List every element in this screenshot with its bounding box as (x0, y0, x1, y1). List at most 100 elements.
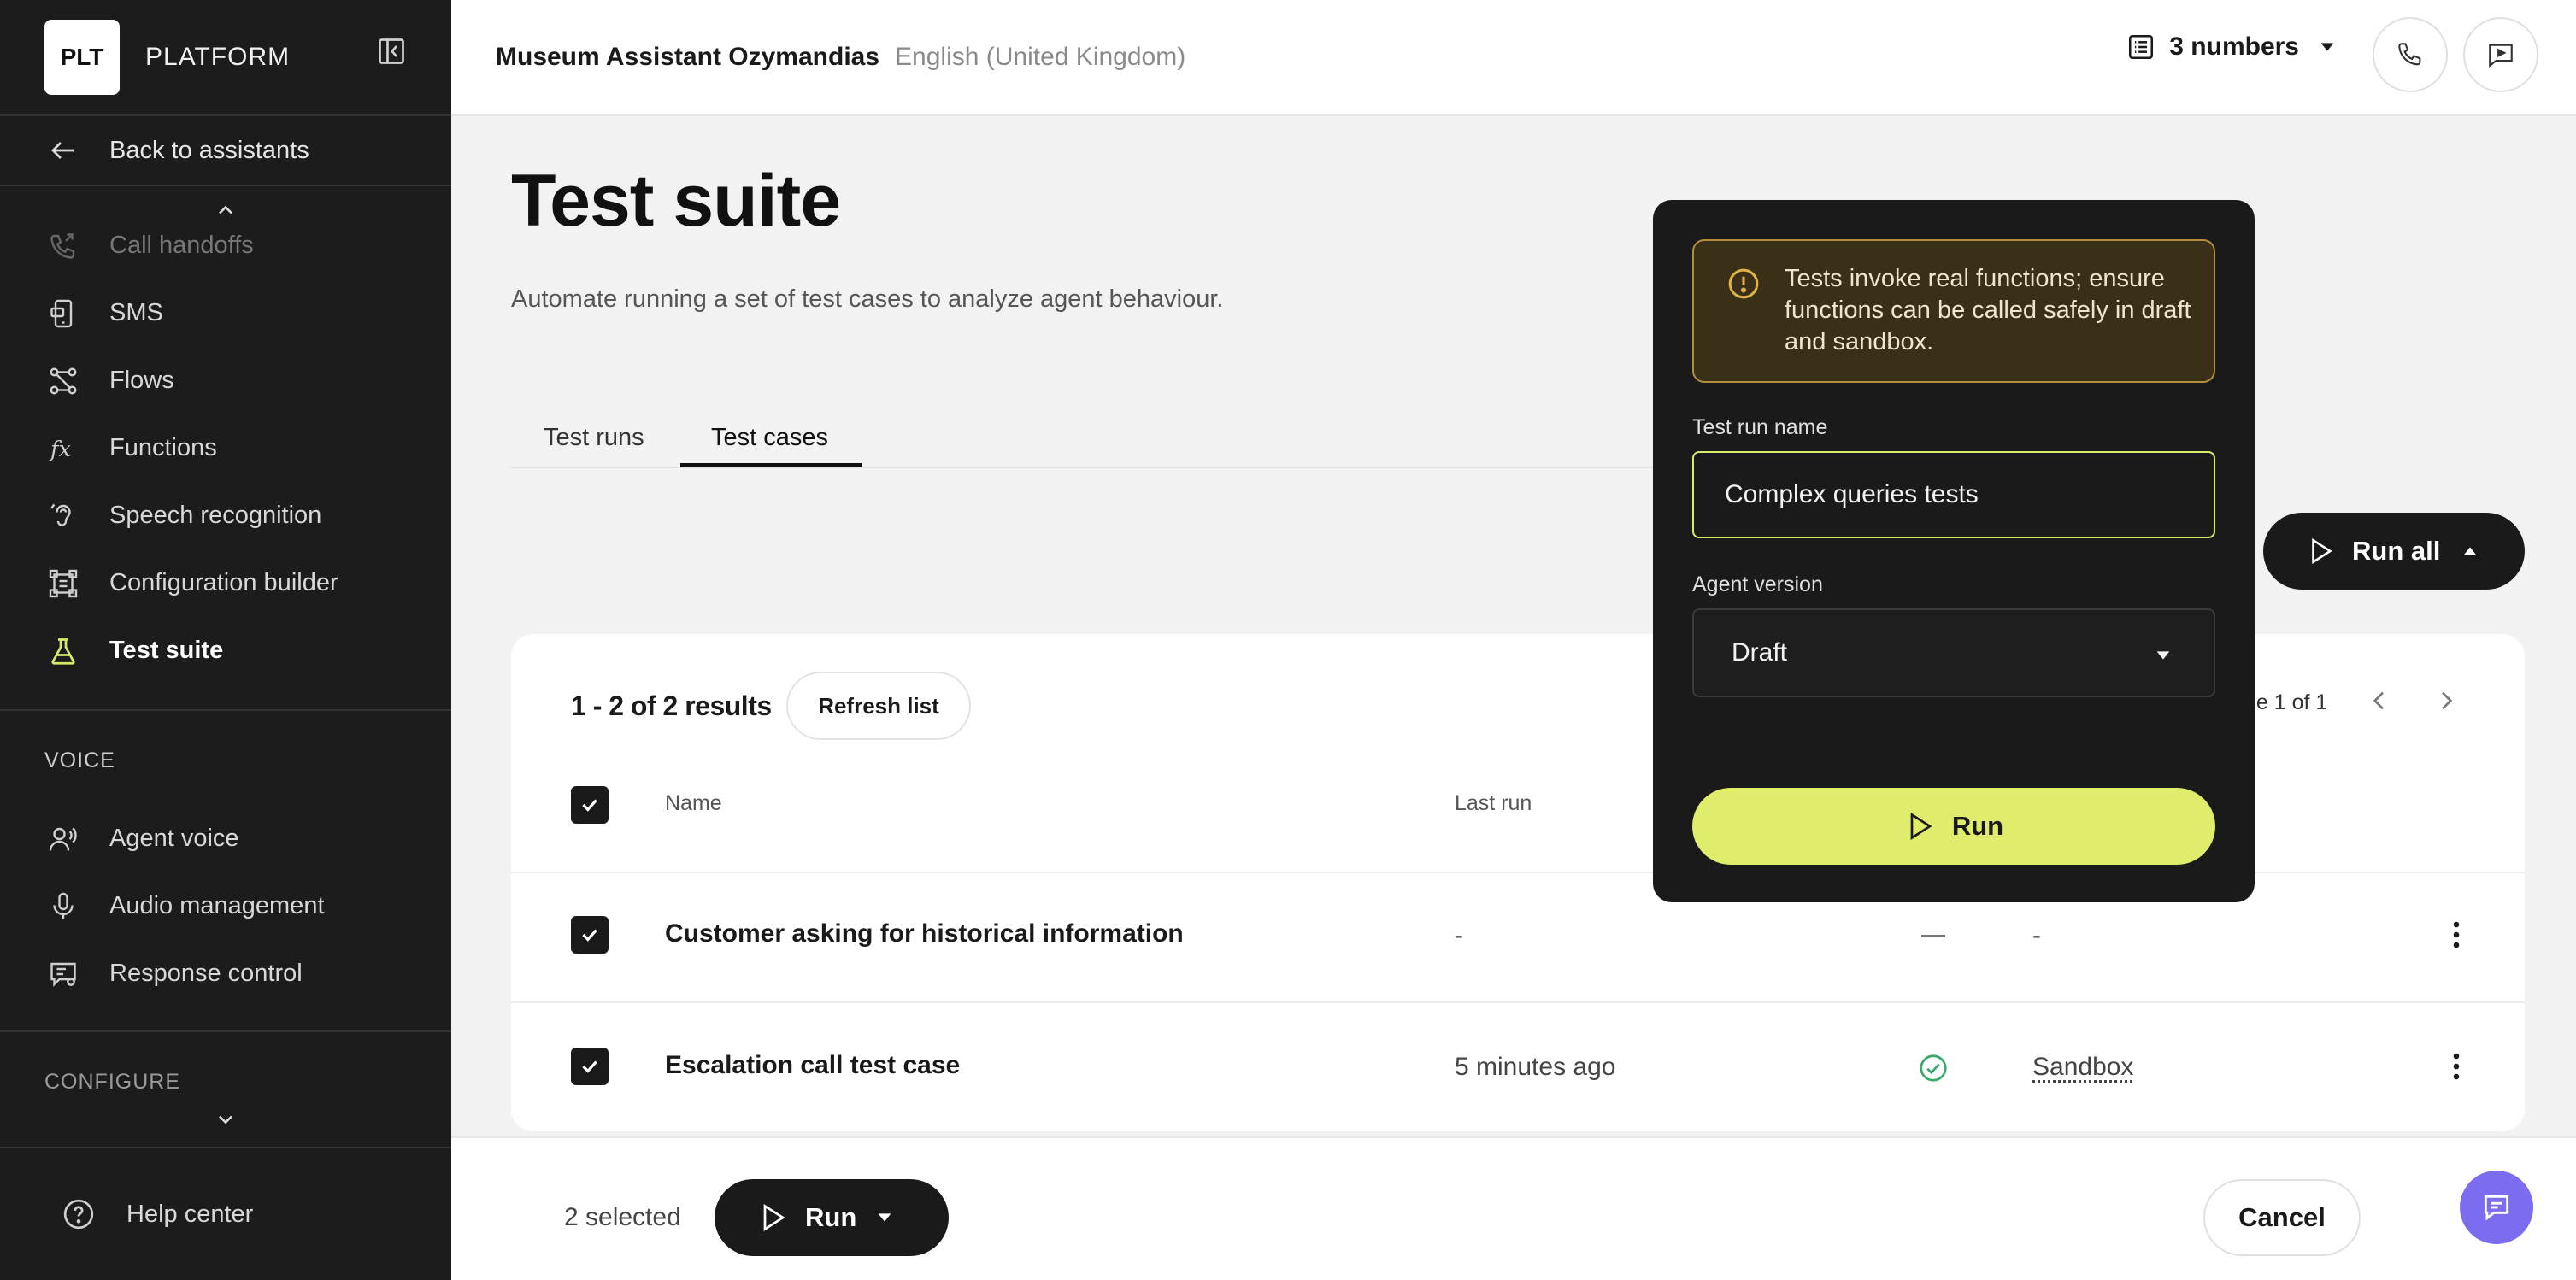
run-all-button[interactable]: Run all (2263, 513, 2525, 590)
prev-page-icon[interactable] (2366, 687, 2393, 714)
sidebar-item-configuration-builder[interactable]: Configuration builder (0, 549, 451, 617)
play-icon (2306, 537, 2335, 566)
logo: PLT (44, 20, 120, 95)
tab-test-cases[interactable]: Test cases (711, 424, 828, 452)
row-checkbox[interactable] (571, 1048, 609, 1085)
assistant-language: English (United Kingdom) (895, 43, 1186, 71)
column-header-last-run[interactable]: Last run (1455, 791, 1532, 816)
agent-voice-icon (48, 824, 79, 854)
tabs: Test runs Test cases (511, 410, 1708, 468)
cancel-button[interactable]: Cancel (2203, 1179, 2361, 1256)
phone-forward-icon (48, 231, 79, 261)
column-header-name[interactable]: Name (665, 791, 722, 816)
numbers-dropdown[interactable]: 3 numbers (2126, 32, 2337, 62)
caret-down-icon (2318, 38, 2337, 56)
caret-down-icon (875, 1208, 894, 1227)
sidebar-item-label: SMS (109, 299, 163, 326)
sms-icon (48, 298, 79, 329)
sidebar-item-flows[interactable]: Flows (0, 347, 451, 414)
selection-action-bar: 2 selected Run Cancel (451, 1136, 2576, 1280)
support-chat-button[interactable] (2460, 1171, 2533, 1244)
sidebar-item-label: Agent voice (109, 825, 239, 852)
sidebar-item-response-control[interactable]: Response control (0, 940, 451, 1007)
caret-up-icon (2461, 542, 2479, 561)
page-title: Test suite (511, 160, 841, 242)
sidebar-item-label: Configuration builder (109, 569, 338, 596)
selected-count: 2 selected (564, 1203, 681, 1231)
list-icon (2126, 32, 2155, 62)
sidebar-item-speech-recognition[interactable]: Speech recognition (0, 482, 451, 549)
help-center-link[interactable]: Help center (0, 1147, 451, 1280)
agent-version-label: Agent version (1692, 572, 1823, 596)
sidebar-item-audio-management[interactable]: Audio management (0, 872, 451, 940)
section-configure: CONFIGURE (44, 1069, 180, 1094)
arrow-left-icon (48, 135, 79, 166)
back-label: Back to assistants (109, 136, 309, 164)
sidebar-header: PLT PLATFORM (0, 0, 451, 116)
status-passed-icon (1918, 1053, 1949, 1083)
microphone-icon (48, 891, 79, 922)
sidebar-item-label: Call handoffs (109, 232, 254, 259)
topbar: Museum Assistant Ozymandias English (Uni… (451, 0, 2576, 116)
sidebar-divider (0, 709, 451, 711)
ear-icon (48, 501, 79, 531)
tab-test-runs[interactable]: Test runs (544, 424, 644, 452)
sidebar: PLT PLATFORM Back to assistants Call han… (0, 0, 451, 1280)
play-icon (1904, 811, 1935, 842)
row-divider (511, 1001, 2525, 1003)
sidebar-item-label: Functions (109, 434, 217, 461)
flows-icon (48, 366, 79, 396)
sidebar-item-call-handoffs[interactable]: Call handoffs (0, 212, 451, 279)
section-voice: VOICE (44, 748, 115, 772)
test-case-name[interactable]: Customer asking for historical informati… (665, 919, 1184, 948)
chat-preview-button[interactable] (2463, 17, 2538, 92)
collapse-sidebar-icon[interactable] (376, 36, 407, 67)
caret-down-icon (2154, 646, 2173, 665)
select-all-checkbox[interactable] (571, 786, 609, 824)
run-selected-button[interactable]: Run (715, 1179, 949, 1256)
warning-banner: Tests invoke real functions; ensure func… (1692, 239, 2215, 383)
agent-version-value: Draft (1732, 638, 1788, 666)
last-run-value: - (1455, 921, 1463, 949)
scroll-down-chevron-icon[interactable] (214, 1107, 238, 1131)
next-page-icon[interactable] (2432, 687, 2460, 714)
help-label: Help center (126, 1200, 254, 1228)
row-menu-icon[interactable] (2450, 919, 2463, 950)
call-button[interactable] (2373, 17, 2448, 92)
test-case-name[interactable]: Escalation call test case (665, 1051, 960, 1080)
chat-play-icon (2486, 40, 2515, 69)
numbers-label: 3 numbers (2169, 32, 2299, 61)
warning-icon (1726, 267, 1761, 301)
function-icon: fx (48, 433, 79, 464)
sidebar-divider (0, 1030, 451, 1032)
test-run-name-label: Test run name (1692, 415, 1828, 439)
sidebar-item-label: Audio management (109, 892, 325, 919)
back-to-assistants-link[interactable]: Back to assistants (0, 116, 451, 186)
phone-icon (2396, 40, 2425, 69)
sidebar-item-test-suite[interactable]: Test suite (0, 617, 451, 684)
sidebar-item-agent-voice[interactable]: Agent voice (0, 805, 451, 872)
sidebar-item-sms[interactable]: SMS (0, 279, 451, 347)
refresh-list-button[interactable]: Refresh list (786, 672, 971, 740)
chat-icon (2480, 1191, 2513, 1224)
run-test-popover: Tests invoke real functions; ensure func… (1653, 200, 2255, 902)
sidebar-item-label: Speech recognition (109, 502, 322, 529)
run-test-button[interactable]: Run (1692, 788, 2215, 865)
sidebar-item-functions[interactable]: fx Functions (0, 414, 451, 482)
flask-icon (48, 636, 79, 666)
last-run-value: 5 minutes ago (1455, 1053, 1616, 1081)
page-subtitle: Automate running a set of test cases to … (511, 285, 1224, 313)
config-builder-icon (48, 568, 79, 599)
sidebar-item-label: Test suite (109, 637, 224, 664)
environment-value: - (2032, 921, 2041, 949)
row-menu-icon[interactable] (2450, 1051, 2463, 1082)
run-all-label: Run all (2352, 536, 2441, 566)
test-run-name-input[interactable]: Complex queries tests (1692, 451, 2215, 538)
active-tab-indicator (680, 463, 862, 467)
run-label: Run (805, 1202, 857, 1232)
play-icon (757, 1202, 788, 1233)
run-label: Run (1951, 811, 2004, 841)
agent-version-select[interactable]: Draft (1692, 608, 2215, 697)
row-checkbox[interactable] (571, 916, 609, 954)
svg-text:fx: fx (49, 437, 71, 462)
